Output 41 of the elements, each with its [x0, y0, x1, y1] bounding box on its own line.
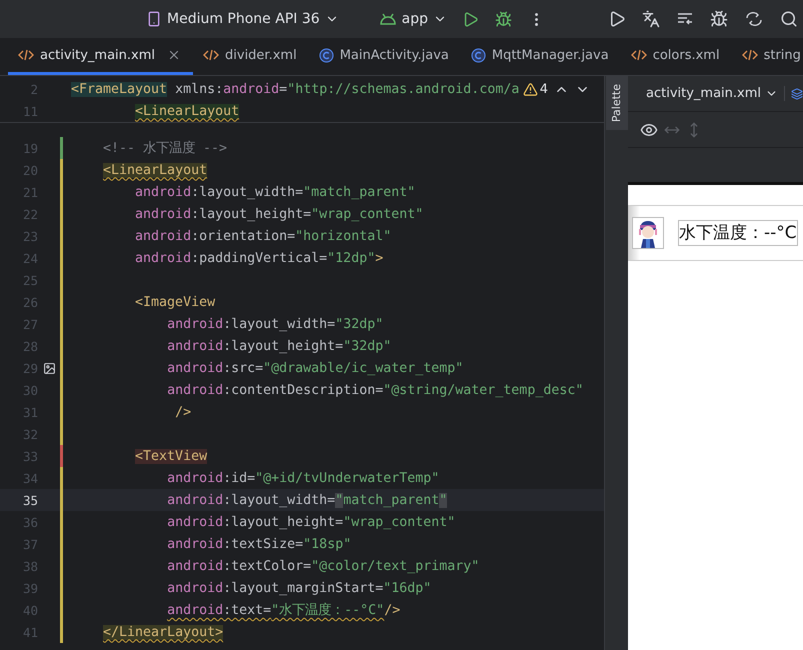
code-line: android:textColor="@color/text_primary": [166, 558, 480, 574]
code-line: <ImageView: [134, 294, 216, 310]
warning-icon: [522, 82, 538, 97]
code-line: android:src="@drawable/ic_water_temp": [166, 360, 464, 376]
code-line: android:layout_height="32dp": [166, 338, 392, 354]
preview-text: 水下温度：--°C: [678, 220, 798, 246]
phone-icon: [146, 11, 162, 27]
code-line: android:layout_height="wrap_content": [134, 206, 424, 222]
editor-tab[interactable]: MqttManager.java: [460, 38, 621, 75]
code-file-icon: [742, 48, 758, 62]
code-line: android:orientation="horizontal": [134, 228, 392, 244]
file-selector[interactable]: activity_main.xml: [640, 86, 786, 101]
class-icon: [318, 48, 334, 62]
code-line: android:layout_width="match_parent": [134, 184, 416, 200]
run-config-selector[interactable]: app: [374, 7, 452, 31]
code-line: android:text="水下温度：--°C"/>: [166, 602, 400, 619]
code-line: android:layout_width="32dp": [166, 316, 384, 332]
editor-tab[interactable]: MainActivity.java: [308, 38, 461, 75]
code-file-icon: [630, 48, 647, 62]
editor-tab[interactable]: colors.xml: [620, 38, 732, 75]
code-line: <FrameLayout xmlns:android="http://schemas.android.com/a: [71, 82, 520, 96]
code-line: android:textSize="18sp": [166, 536, 352, 552]
code-line: <!-- 水下温度 -->: [102, 140, 228, 157]
code-line: android:id="@+id/tvUnderwaterTemp": [166, 470, 440, 486]
warning-count[interactable]: 4: [522, 82, 548, 97]
palette-tab[interactable]: Palette: [606, 76, 628, 130]
device-selector[interactable]: Medium Phone API 36: [142, 7, 343, 31]
class-icon: [470, 48, 486, 62]
code-line: android:layout_marginStart="16dp": [166, 580, 432, 596]
editor-tab[interactable]: divider.xml: [193, 38, 309, 75]
code-line: android:contentDescription="@string/water_temp_desc": [166, 382, 584, 398]
code-file-icon: [18, 48, 34, 62]
code-line: />: [174, 404, 192, 420]
editor-tab[interactable]: string: [732, 38, 803, 75]
code-line: android:layout_width="match_parent": [166, 492, 448, 508]
code-line: android:layout_height="wrap_content": [166, 514, 456, 530]
android-icon: [378, 13, 397, 25]
code-file-icon: [203, 48, 220, 62]
image-icon[interactable]: [42, 362, 56, 374]
code-line: android:paddingVertical="12dp">: [134, 250, 384, 266]
line-number: 35: [22, 492, 38, 508]
